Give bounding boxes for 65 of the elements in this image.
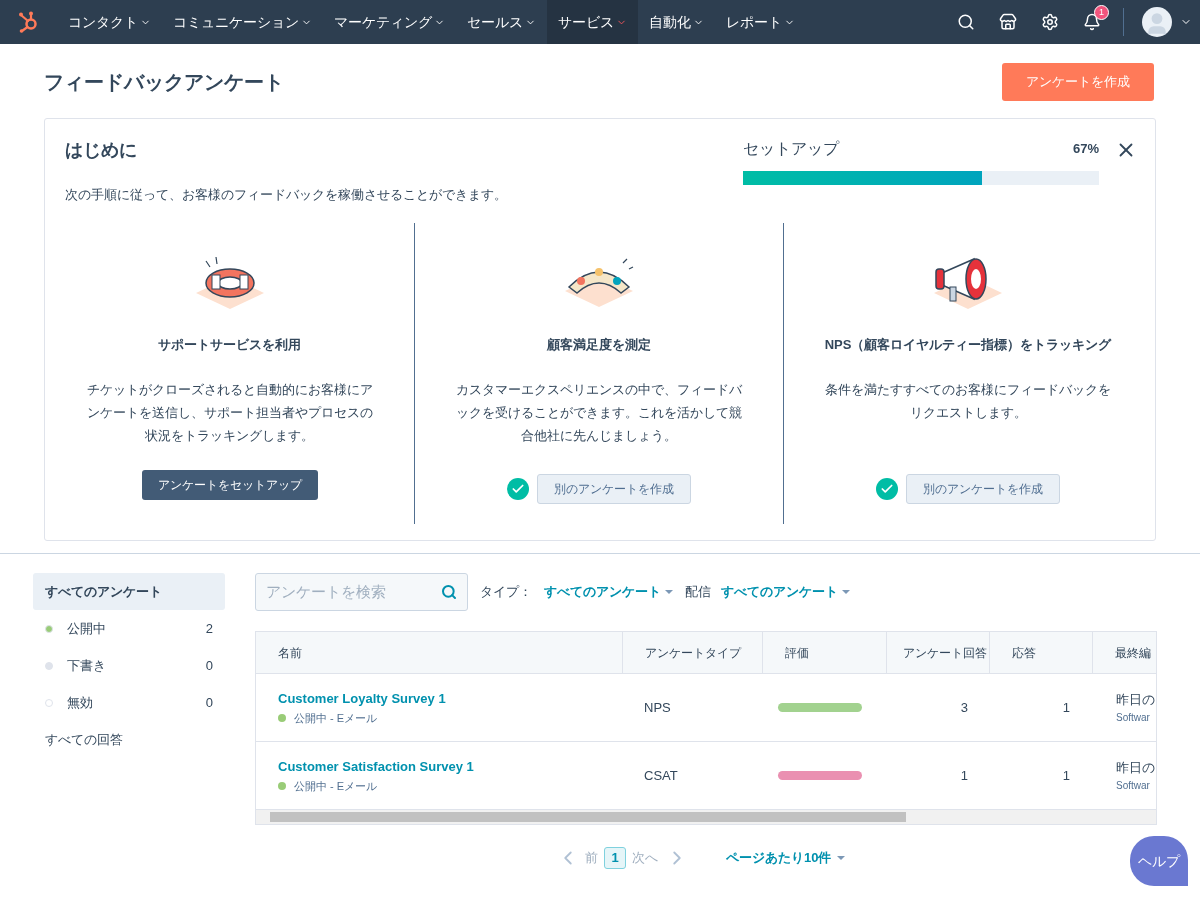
notifications-icon[interactable]: [1083, 13, 1101, 31]
column-header[interactable]: 応答: [990, 632, 1092, 673]
column-header[interactable]: アンケート回答: [886, 632, 990, 673]
progress-label: セットアップ: [743, 139, 839, 159]
progress-percentage: 67%: [1072, 140, 1099, 159]
notification-badge: 1: [1094, 5, 1109, 20]
filter-label: 配信: [685, 583, 711, 602]
answers-count: 1: [1062, 698, 1070, 717]
last-edited-by: Softwar: [1116, 778, 1151, 793]
responses-count: 3: [960, 698, 968, 717]
column-header[interactable]: 名前: [256, 632, 622, 673]
nav-menu-item[interactable]: コンタクト: [57, 0, 162, 44]
answers-count: 1: [1062, 766, 1070, 785]
step-title: サポートサービスを利用: [158, 335, 301, 354]
filter-label: タイプ：: [480, 583, 532, 602]
last-edited: 昨日の: [1116, 691, 1156, 710]
survey-name-link[interactable]: Customer Satisfaction Survey 1: [278, 756, 622, 776]
step-button[interactable]: アンケートをセットアップ: [141, 470, 318, 500]
column-header[interactable]: 最終編: [1092, 632, 1156, 673]
responses-count: 1: [960, 766, 968, 785]
step-description: チケットがクローズされると自動的にお客様にアンケートを送信し、サポート担当者やプロセスの状況をトラッキングします。: [85, 381, 374, 445]
nav-menu-item[interactable]: レポート: [715, 0, 806, 44]
onboarding-description: 次の手順に従って、お客様のフィードバックを稼働させることができます。: [65, 186, 507, 204]
settings-icon[interactable]: [1041, 13, 1059, 31]
delivery-filter-dropdown[interactable]: すべてのアンケート: [721, 582, 850, 602]
nav-menu-item[interactable]: セールス: [456, 0, 547, 44]
step-description: 条件を満たすすべてのお客様にフィードバックをリクエストします。: [824, 381, 1112, 422]
sidebar-item[interactable]: すべてのアンケート: [33, 573, 225, 610]
survey-type: NPS: [644, 698, 671, 717]
last-edited-by: Softwar: [1116, 710, 1151, 725]
survey-type: CSAT: [644, 766, 678, 785]
column-header[interactable]: 評価: [762, 632, 886, 673]
sidebar-item[interactable]: 公開中 2: [33, 610, 225, 647]
per-page-dropdown[interactable]: ページあたり10件: [726, 848, 846, 868]
nav-menu-item[interactable]: マーケティング: [323, 0, 456, 44]
search-field[interactable]: アンケートを検索: [255, 573, 468, 611]
step-description: カスタマーエクスペリエンスの中で、フィードバックを受けることができます。これを活かして競合他社に先んじましょう。: [455, 381, 743, 445]
sidebar-item[interactable]: すべての回答: [33, 721, 225, 758]
step-title: NPS（顧客ロイヤルティー指標）をトラッキング: [824, 335, 1112, 354]
nav-menu-item[interactable]: 自動化: [638, 0, 715, 44]
survey-name-link[interactable]: Customer Loyalty Survey 1: [278, 688, 622, 708]
last-edited: 昨日の: [1116, 759, 1156, 778]
search-icon[interactable]: [957, 13, 975, 31]
search-icon: [441, 584, 457, 600]
user-avatar[interactable]: [1142, 7, 1172, 37]
item-count: 0: [205, 693, 213, 712]
survey-status: 公開中 - Eメール: [294, 779, 378, 794]
item-count: 2: [205, 619, 213, 638]
marketplace-icon[interactable]: [999, 13, 1017, 31]
onboarding-title: はじめに: [65, 139, 138, 162]
nav-menu-item[interactable]: サービス: [547, 0, 638, 44]
item-count: 0: [205, 656, 213, 675]
sidebar-item[interactable]: 無効 0: [33, 684, 225, 721]
step-title: 顧客満足度を測定: [547, 335, 651, 354]
nav-menu-item[interactable]: コミュニケーション: [162, 0, 323, 44]
type-filter-dropdown[interactable]: すべてのアンケート: [544, 582, 673, 602]
help-button[interactable]: ヘルプ: [1130, 836, 1188, 886]
step-button[interactable]: 別のアンケートを作成: [537, 474, 691, 504]
column-header[interactable]: アンケートタイプ: [622, 632, 762, 673]
survey-status: 公開中 - Eメール: [294, 711, 378, 726]
sidebar-item[interactable]: 下書き 0: [33, 647, 225, 684]
page-title: フィードバックアンケート: [44, 70, 284, 95]
step-button[interactable]: 別のアンケートを作成: [906, 474, 1060, 504]
horizontal-scrollbar[interactable]: [256, 810, 1156, 824]
search-input[interactable]: アンケートを検索: [266, 580, 441, 604]
